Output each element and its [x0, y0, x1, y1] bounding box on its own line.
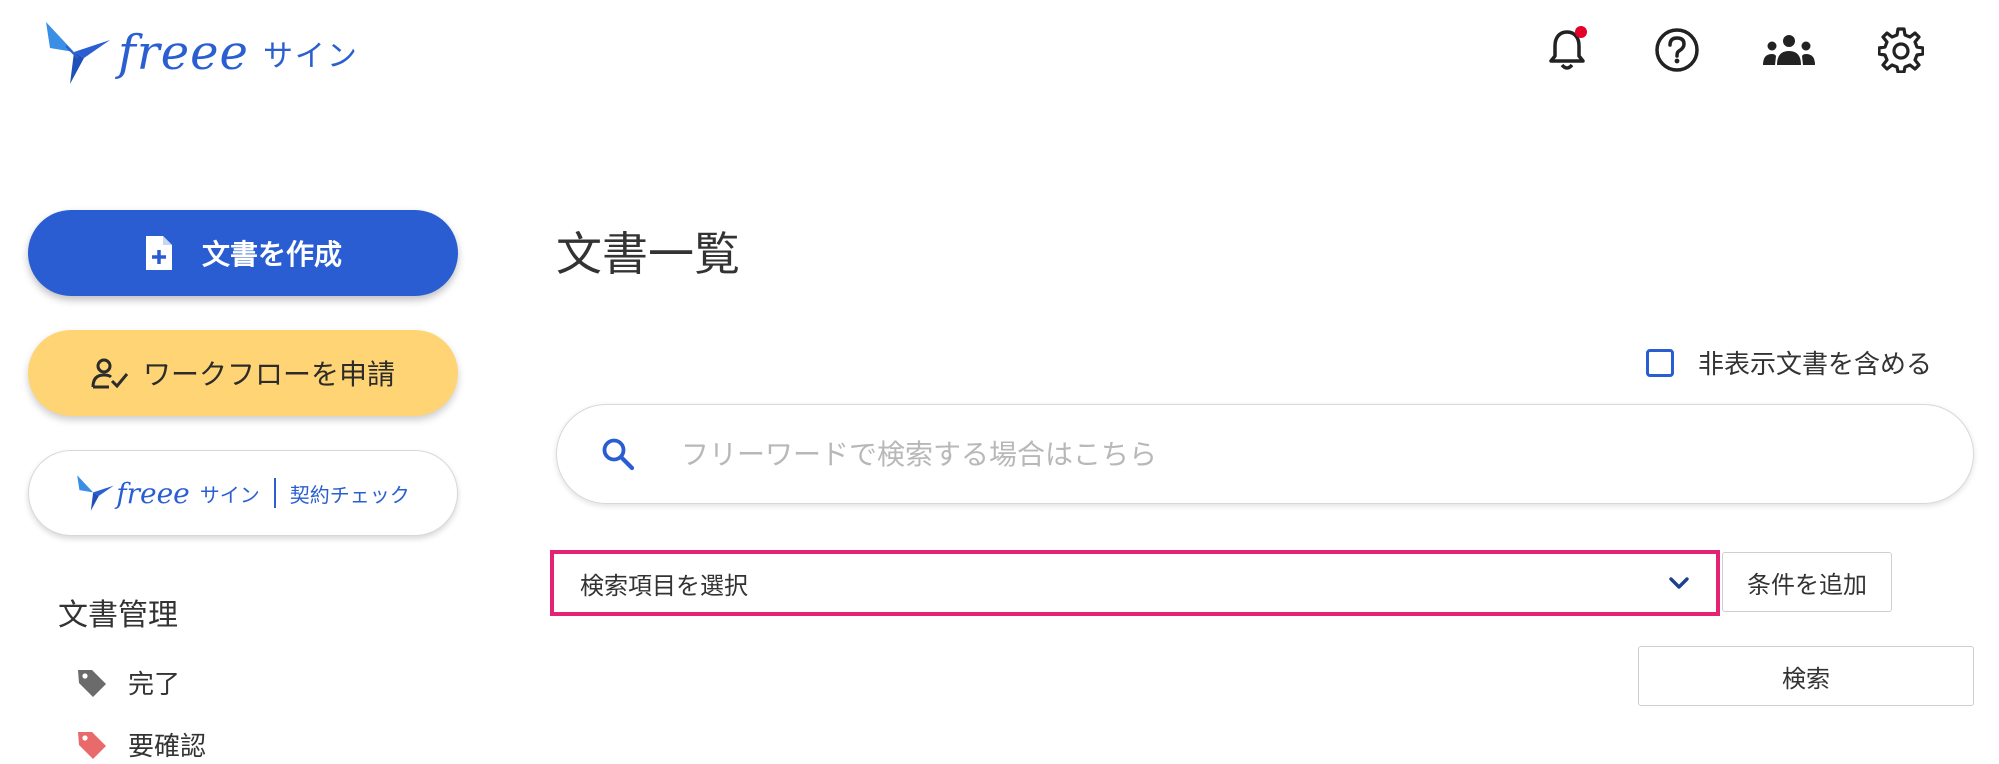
- logo-text: freee: [118, 25, 249, 81]
- request-workflow-button[interactable]: ワークフローを申請: [28, 330, 458, 416]
- create-document-label: 文書を作成: [201, 238, 342, 271]
- bird-logo-icon: [77, 475, 114, 511]
- search-field-select[interactable]: 検索項目を選択: [550, 550, 1720, 616]
- search-field-select-value: 検索項目を選択: [580, 571, 748, 600]
- page-title: 文書一覧: [556, 227, 740, 281]
- settings-button[interactable]: [1873, 22, 1929, 78]
- chevron-down-icon: [1669, 577, 1689, 589]
- search-input[interactable]: [681, 437, 1881, 471]
- search-icon: [602, 438, 635, 471]
- team-button[interactable]: [1761, 22, 1817, 78]
- add-document-icon: [145, 236, 172, 270]
- create-document-button[interactable]: 文書を作成: [28, 210, 458, 296]
- notification-dot: [1575, 26, 1587, 38]
- team-icon: [1763, 35, 1815, 65]
- header-icon-bar: [1539, 22, 1999, 82]
- add-condition-button[interactable]: 条件を追加: [1722, 552, 1892, 612]
- help-button[interactable]: [1649, 22, 1705, 78]
- help-icon: [1655, 28, 1699, 72]
- search-button[interactable]: 検索: [1638, 646, 1974, 706]
- bird-logo-icon: [46, 22, 110, 84]
- request-workflow-label: ワークフローを申請: [142, 358, 395, 391]
- freee-sign-logo[interactable]: freee サイン: [44, 18, 359, 88]
- contract-check-button[interactable]: freee サイン 契約チェック: [28, 450, 458, 536]
- document-management-heading: 文書管理: [58, 598, 178, 633]
- tag-label: 完了: [128, 670, 181, 700]
- user-check-icon: [91, 358, 129, 389]
- tag-icon: [78, 669, 106, 697]
- gear-icon: [1878, 27, 1924, 73]
- include-hidden-checkbox[interactable]: 非表示文書を含める: [1646, 344, 1932, 381]
- contract-check-brand: freee: [116, 476, 190, 510]
- include-hidden-label: 非表示文書を含める: [1698, 350, 1933, 380]
- notifications-button[interactable]: [1539, 22, 1595, 78]
- divider: [273, 478, 276, 508]
- tag-label: 要確認: [128, 732, 207, 762]
- tag-item-needs-review[interactable]: 要確認: [76, 726, 206, 763]
- search-bar[interactable]: [556, 404, 1974, 504]
- contract-check-label: 契約チェック: [289, 482, 410, 507]
- tag-icon: [78, 731, 106, 759]
- logo-sub-text: サイン: [262, 39, 359, 74]
- checkbox-box[interactable]: [1646, 348, 1674, 377]
- contract-check-brand-sub: サイン: [199, 482, 260, 507]
- tag-item-complete[interactable]: 完了: [76, 664, 180, 701]
